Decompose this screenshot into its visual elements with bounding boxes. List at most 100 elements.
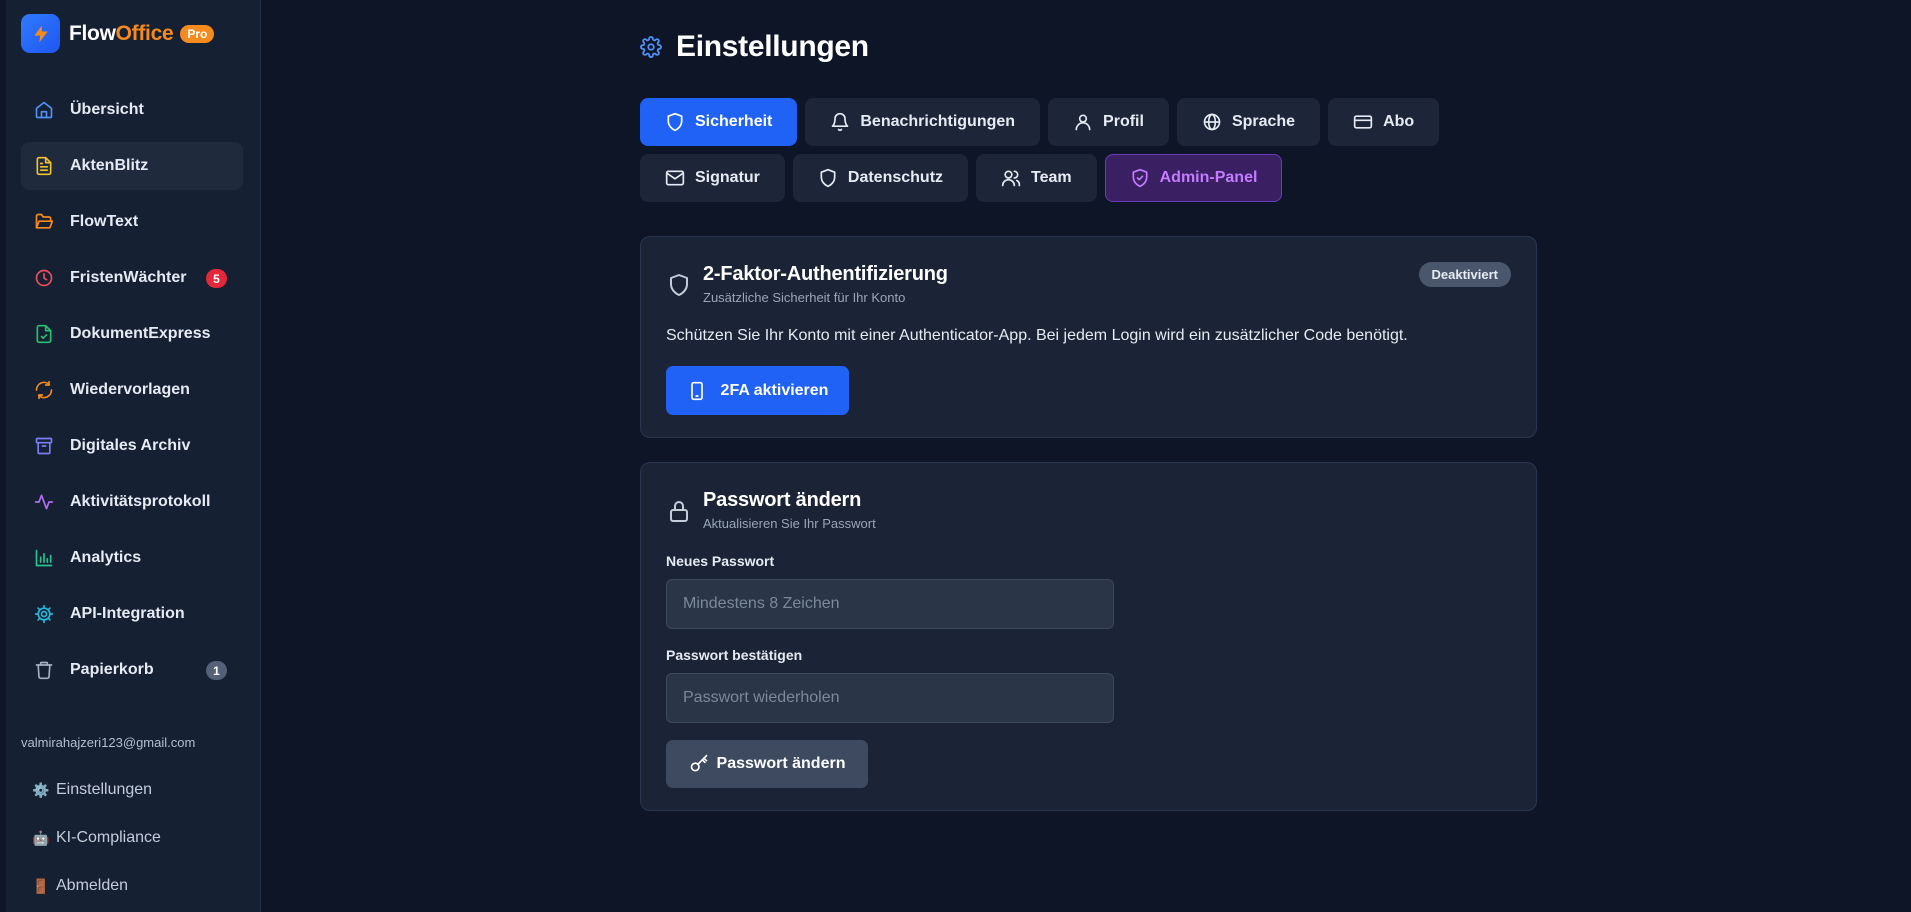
sidebar-item-aktivitaetsprotokoll[interactable]: Aktivitätsprotokoll xyxy=(21,478,243,526)
count-badge: 1 xyxy=(206,661,227,680)
twofa-subtitle: Zusätzliche Sicherheit für Ihr Konto xyxy=(703,290,906,305)
trash-icon xyxy=(34,660,54,680)
button-label: Passwort ändern xyxy=(716,755,846,772)
tab-abo[interactable]: Abo xyxy=(1328,98,1440,146)
button-label: 2FA aktivieren xyxy=(720,381,829,399)
sidebar-item-dokumentexpress[interactable]: DokumentExpress xyxy=(21,310,243,358)
activity-icon xyxy=(34,492,54,512)
sidebar-item-label: FlowText xyxy=(70,213,139,230)
password-card-header: Passwort ändern Aktualisieren Sie Ihr Pa… xyxy=(667,489,876,531)
sidebar-item-flowtext[interactable]: FlowText xyxy=(21,198,243,246)
twofa-card: 2-Faktor-Authentifizierung Zusätzliche S… xyxy=(640,236,1537,438)
sidebar-item-label: Wiedervorlagen xyxy=(70,381,190,398)
enable-2fa-button[interactable]: 2FA aktivieren xyxy=(666,366,849,415)
clock-icon xyxy=(34,268,54,288)
notification-badge: 5 xyxy=(206,269,227,288)
tab-label: Profil xyxy=(1103,113,1144,130)
gear-icon: ⚙️ xyxy=(32,781,50,798)
tab-profil[interactable]: Profil xyxy=(1048,98,1169,146)
tab-admin-panel[interactable]: Admin-Panel xyxy=(1104,154,1283,202)
new-password-input[interactable] xyxy=(666,579,1114,629)
sidebar-bottom-nav: ⚙️ Einstellungen 🤖 KI-Compliance 🚪 Abmel… xyxy=(32,766,161,910)
tab-label: Admin-Panel xyxy=(1159,169,1258,186)
sidebar-item-analytics[interactable]: Analytics xyxy=(21,534,243,582)
sidebar-item-label: Analytics xyxy=(70,549,142,566)
change-password-button[interactable]: Passwort ändern xyxy=(666,740,868,788)
credit-card-icon xyxy=(1353,112,1373,132)
confirm-password-input[interactable] xyxy=(666,673,1114,723)
folder-open-icon xyxy=(34,212,54,232)
tab-label: Abo xyxy=(1383,113,1415,130)
confirm-password-label: Passwort bestätigen xyxy=(666,647,803,663)
sidebar-item-label: Digitales Archiv xyxy=(70,437,191,454)
tab-label: Team xyxy=(1031,169,1072,186)
archive-icon xyxy=(34,436,54,456)
user-email: valmirahajzeri123@gmail.com xyxy=(21,735,196,750)
new-password-label: Neues Passwort xyxy=(666,553,775,569)
page-title: Einstellungen xyxy=(676,30,869,63)
password-title: Passwort ändern xyxy=(703,489,862,511)
lightning-icon xyxy=(21,14,60,53)
bar-chart-icon xyxy=(34,548,54,568)
file-text-icon xyxy=(34,156,54,176)
tab-sprache[interactable]: Sprache xyxy=(1176,98,1321,146)
sidebar-item-label: Aktivitätsprotokoll xyxy=(70,493,211,510)
sidebar-item-fristenwaechter[interactable]: FristenWächter 5 xyxy=(21,254,243,302)
settings-gear-icon xyxy=(640,36,662,58)
shield-icon xyxy=(667,273,691,297)
sidebar-item-label: DokumentExpress xyxy=(70,325,211,342)
sidebar-item-label: FristenWächter xyxy=(70,269,187,286)
sidebar-item-label: Papierkorb xyxy=(70,661,154,678)
sidebar-item-aktenblitz[interactable]: AktenBlitz xyxy=(21,142,243,190)
sidebar-item-einstellungen[interactable]: ⚙️ Einstellungen xyxy=(32,766,161,814)
pro-badge: Pro xyxy=(180,24,215,43)
sidebar-item-uebersicht[interactable]: Übersicht xyxy=(21,86,243,134)
gear-icon xyxy=(34,604,54,624)
shield-icon xyxy=(818,168,838,188)
sidebar-item-wiedervorlagen[interactable]: Wiedervorlagen xyxy=(21,366,243,414)
twofa-description: Schützen Sie Ihr Konto mit einer Authent… xyxy=(666,327,1408,344)
twofa-title: 2-Faktor-Authentifizierung xyxy=(703,263,948,285)
robot-icon: 🤖 xyxy=(32,829,50,846)
sidebar: FlowOffice Pro Übersicht AktenBlitz Flow… xyxy=(6,0,261,912)
key-icon xyxy=(689,754,709,774)
tab-label: Sprache xyxy=(1231,113,1296,130)
globe-icon xyxy=(1202,112,1222,132)
sidebar-item-label: AktenBlitz xyxy=(70,157,149,174)
lock-icon xyxy=(667,499,691,523)
tab-signatur[interactable]: Signatur xyxy=(640,154,785,202)
sidebar-item-label: API-Integration xyxy=(70,605,185,622)
refresh-icon xyxy=(34,380,54,400)
shield-check-icon xyxy=(1130,168,1150,188)
sidebar-nav: Übersicht AktenBlitz FlowText FristenWäc… xyxy=(21,86,243,702)
password-card: Passwort ändern Aktualisieren Sie Ihr Pa… xyxy=(640,462,1537,811)
shield-icon xyxy=(665,112,685,132)
sidebar-item-api-integration[interactable]: API-Integration xyxy=(21,590,243,638)
user-icon xyxy=(1073,112,1093,132)
app-logo[interactable]: FlowOffice Pro xyxy=(21,14,215,53)
sidebar-item-ki-compliance[interactable]: 🤖 KI-Compliance xyxy=(32,814,161,862)
sidebar-item-label: Übersicht xyxy=(70,101,144,118)
tab-benachrichtigungen[interactable]: Benachrichtigungen xyxy=(805,98,1041,146)
app-name: FlowOffice xyxy=(69,21,174,45)
page-header: Einstellungen xyxy=(640,30,869,64)
sidebar-item-digitales-archiv[interactable]: Digitales Archiv xyxy=(21,422,243,470)
tab-label: Datenschutz xyxy=(847,169,944,186)
password-subtitle: Aktualisieren Sie Ihr Passwort xyxy=(703,516,876,531)
door-icon: 🚪 xyxy=(32,877,50,894)
sidebar-item-abmelden[interactable]: 🚪 Abmelden xyxy=(32,862,161,910)
twofa-card-header: 2-Faktor-Authentifizierung Zusätzliche S… xyxy=(667,263,948,305)
tab-team[interactable]: Team xyxy=(976,154,1097,202)
tab-label: Sicherheit xyxy=(695,113,773,130)
sidebar-item-papierkorb[interactable]: Papierkorb 1 xyxy=(21,646,243,694)
tab-sicherheit[interactable]: Sicherheit xyxy=(640,98,798,146)
tab-row-2: Signatur Datenschutz Team Admin-Panel xyxy=(640,154,1537,202)
sidebar-item-label: Einstellungen xyxy=(56,781,153,798)
bell-icon xyxy=(830,112,850,132)
sidebar-item-label: KI-Compliance xyxy=(56,829,161,846)
users-icon xyxy=(1001,168,1021,188)
home-icon xyxy=(34,100,54,120)
mail-icon xyxy=(665,168,685,188)
tab-datenschutz[interactable]: Datenschutz xyxy=(792,154,969,202)
tab-label: Signatur xyxy=(695,169,760,186)
